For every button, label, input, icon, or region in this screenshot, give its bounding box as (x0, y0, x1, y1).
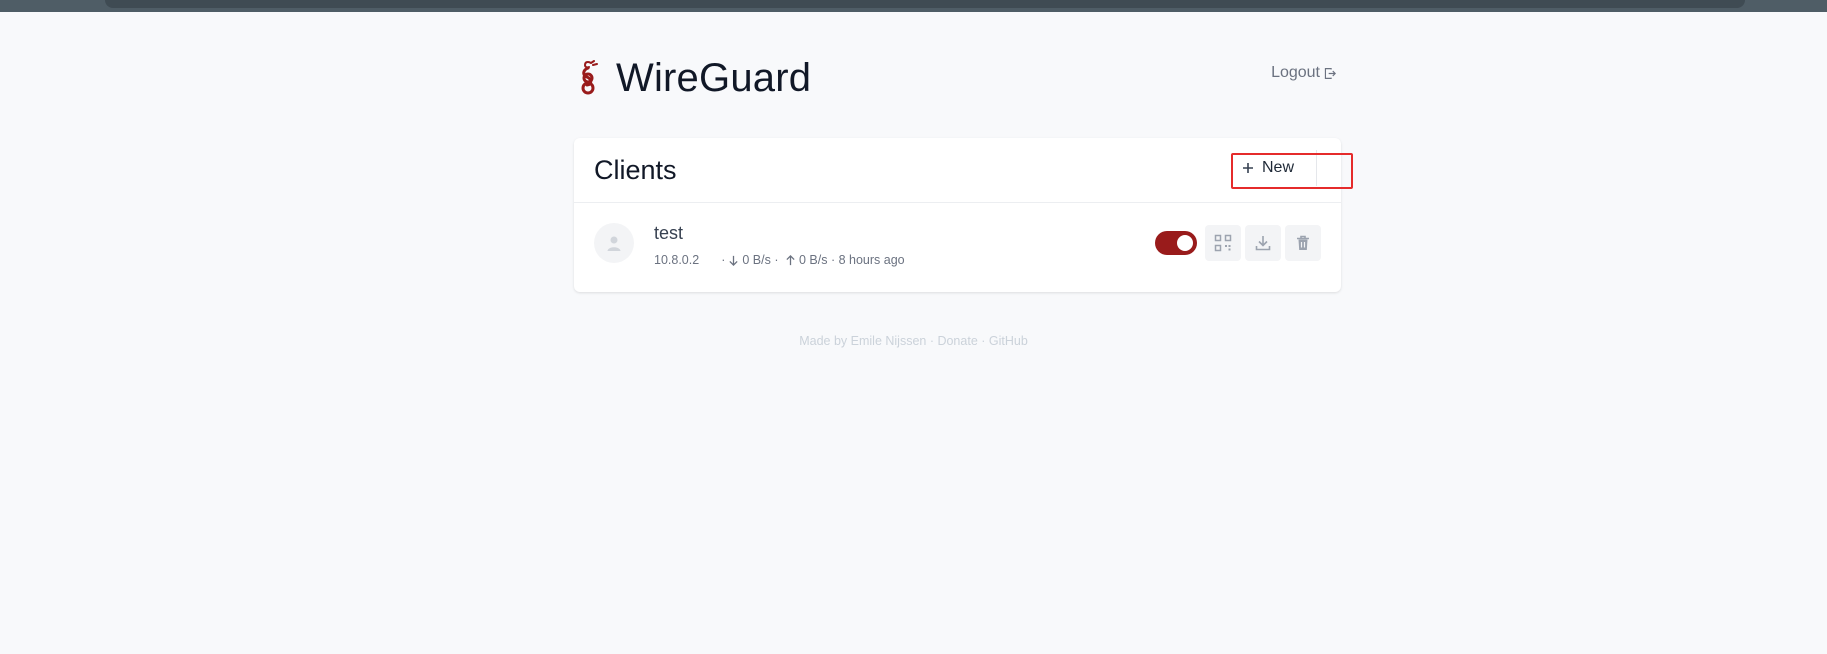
download-icon (1255, 236, 1271, 251)
toggle-knob (1177, 235, 1193, 251)
clients-title: Clients (594, 155, 677, 185)
download-rate: 0 B/s (742, 253, 771, 267)
meta-separator: · (827, 253, 839, 267)
client-row: test 10.8.0.2 · 0 B/s · 0 B/s · 8 hours … (574, 203, 1341, 292)
logout-icon (1324, 67, 1336, 79)
app-title: WireGuard (616, 56, 812, 100)
upload-rate: 0 B/s (798, 253, 828, 267)
user-icon (607, 236, 621, 251)
arrow-down-icon (729, 255, 738, 266)
clients-card: Clients New test 10.8.0.2 · 0 B/s · 0 B/… (574, 138, 1341, 292)
meta-separator: · (721, 253, 726, 267)
client-meta: 10.8.0.2 · 0 B/s · 0 B/s · 8 hours ago (654, 253, 905, 267)
client-enable-toggle[interactable] (1155, 231, 1197, 255)
last-seen: 8 hours ago (838, 253, 905, 267)
trash-icon (1297, 235, 1309, 250)
meta-separator: · (770, 253, 782, 267)
show-qr-button[interactable] (1205, 225, 1241, 261)
logout-label: Logout (1271, 64, 1320, 81)
logout-link[interactable]: Logout (1271, 64, 1336, 82)
client-avatar (594, 223, 634, 263)
delete-client-button[interactable] (1285, 225, 1321, 261)
wireguard-logo-icon (581, 60, 598, 95)
client-address: 10.8.0.2 (654, 253, 700, 267)
qr-code-icon (1214, 234, 1232, 252)
footer: Made by Emile Nijssen · Donate · GitHub (799, 334, 1028, 348)
app-header: WireGuard Logout (574, 50, 1336, 110)
browser-top-strip (0, 0, 1827, 12)
client-name[interactable]: test (654, 223, 683, 244)
browser-top-bar (105, 0, 1745, 8)
new-button-highlight (1231, 153, 1353, 189)
download-config-button[interactable] (1245, 225, 1281, 261)
arrow-up-icon (786, 254, 795, 265)
clients-card-header: Clients New (574, 138, 1341, 203)
